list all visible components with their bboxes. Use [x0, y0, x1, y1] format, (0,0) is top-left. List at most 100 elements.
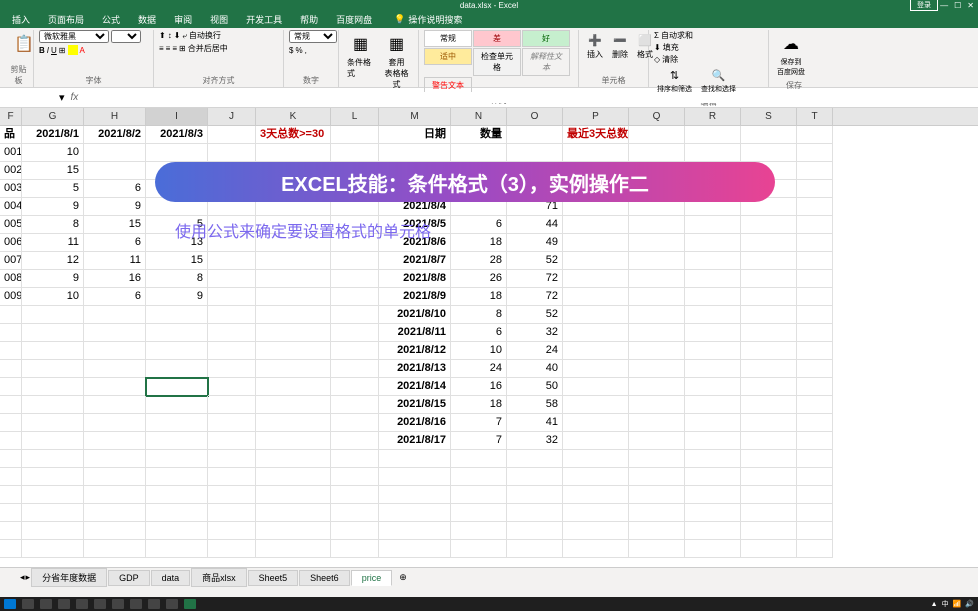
data-cell[interactable] [685, 324, 741, 342]
empty-cell[interactable] [797, 540, 833, 558]
data-cell[interactable] [741, 216, 797, 234]
col-header-S[interactable]: S [741, 108, 797, 125]
data-cell[interactable] [22, 342, 84, 360]
percent-icon[interactable]: % [295, 46, 302, 55]
data-cell[interactable]: 2021/8/8 [379, 270, 451, 288]
empty-cell[interactable] [685, 504, 741, 522]
tab-data[interactable]: 数据 [130, 11, 164, 28]
store-icon[interactable] [148, 599, 160, 609]
data-cell[interactable]: 15 [146, 252, 208, 270]
data-cell[interactable] [331, 288, 379, 306]
empty-cell[interactable] [563, 522, 629, 540]
data-cell[interactable] [797, 216, 833, 234]
empty-cell[interactable] [685, 486, 741, 504]
empty-cell[interactable] [331, 486, 379, 504]
header-cell[interactable] [507, 126, 563, 144]
empty-cell[interactable] [379, 522, 451, 540]
empty-cell[interactable] [84, 504, 146, 522]
empty-cell[interactable] [22, 504, 84, 522]
empty-cell[interactable] [0, 450, 22, 468]
data-cell[interactable] [331, 324, 379, 342]
data-cell[interactable] [629, 342, 685, 360]
data-cell[interactable] [797, 162, 833, 180]
data-cell[interactable] [256, 288, 331, 306]
empty-cell[interactable] [741, 486, 797, 504]
data-cell[interactable]: 2021/8/13 [379, 360, 451, 378]
data-cell[interactable]: 15 [84, 216, 146, 234]
header-cell[interactable]: 2021/8/3 [146, 126, 208, 144]
empty-cell[interactable] [629, 504, 685, 522]
data-cell[interactable]: 8 [22, 216, 84, 234]
data-cell[interactable] [797, 252, 833, 270]
empty-cell[interactable] [451, 540, 507, 558]
data-cell[interactable] [685, 378, 741, 396]
data-cell[interactable]: 9 [146, 288, 208, 306]
sheet-tab[interactable]: Sheet5 [248, 570, 299, 586]
data-cell[interactable]: 003 [0, 180, 22, 198]
data-cell[interactable] [0, 342, 22, 360]
data-cell[interactable]: 18 [451, 234, 507, 252]
data-cell[interactable]: 2021/8/17 [379, 432, 451, 450]
data-cell[interactable] [741, 270, 797, 288]
header-cell[interactable] [629, 126, 685, 144]
empty-cell[interactable] [797, 450, 833, 468]
empty-cell[interactable] [629, 468, 685, 486]
data-cell[interactable] [331, 342, 379, 360]
empty-cell[interactable] [563, 486, 629, 504]
login-button[interactable]: 登录 [910, 0, 938, 11]
data-cell[interactable] [629, 288, 685, 306]
data-cell[interactable] [256, 432, 331, 450]
data-cell[interactable] [563, 360, 629, 378]
baidu-icon[interactable] [166, 599, 178, 609]
header-cell[interactable]: 数量 [451, 126, 507, 144]
data-cell[interactable] [22, 324, 84, 342]
data-cell[interactable] [629, 306, 685, 324]
data-cell[interactable] [256, 414, 331, 432]
number-format-select[interactable]: 常规 [289, 30, 337, 43]
header-cell[interactable] [685, 126, 741, 144]
data-cell[interactable]: 2021/8/16 [379, 414, 451, 432]
data-cell[interactable] [685, 234, 741, 252]
empty-cell[interactable] [146, 450, 208, 468]
style-good[interactable]: 好 [522, 30, 570, 47]
app3-icon[interactable] [130, 599, 142, 609]
data-cell[interactable] [331, 396, 379, 414]
excel-icon[interactable] [184, 599, 196, 609]
data-cell[interactable] [685, 216, 741, 234]
data-cell[interactable] [256, 396, 331, 414]
data-cell[interactable] [741, 396, 797, 414]
data-cell[interactable] [563, 306, 629, 324]
data-cell[interactable] [146, 342, 208, 360]
data-cell[interactable]: 9 [22, 270, 84, 288]
data-cell[interactable] [256, 360, 331, 378]
data-cell[interactable] [741, 378, 797, 396]
cond-format-button[interactable]: ▦ 条件格式 [344, 30, 377, 81]
formula-input[interactable] [84, 92, 974, 103]
empty-cell[interactable] [563, 468, 629, 486]
data-cell[interactable] [563, 378, 629, 396]
edge-icon[interactable] [76, 599, 88, 609]
data-cell[interactable] [741, 144, 797, 162]
font-color-button[interactable]: A [80, 46, 85, 55]
underline-button[interactable]: U [51, 46, 57, 55]
col-header-P[interactable]: P [563, 108, 629, 125]
empty-cell[interactable] [563, 450, 629, 468]
data-cell[interactable] [629, 270, 685, 288]
data-cell[interactable] [208, 252, 256, 270]
data-cell[interactable]: 52 [507, 306, 563, 324]
align-center-icon[interactable]: ≡ [166, 44, 171, 53]
empty-cell[interactable] [22, 540, 84, 558]
data-cell[interactable] [685, 342, 741, 360]
size-select[interactable] [111, 30, 141, 43]
data-cell[interactable] [563, 216, 629, 234]
data-cell[interactable] [146, 396, 208, 414]
ime-icon[interactable]: 中 [942, 599, 949, 609]
data-cell[interactable] [797, 306, 833, 324]
data-cell[interactable] [685, 360, 741, 378]
empty-cell[interactable] [451, 450, 507, 468]
data-cell[interactable] [797, 414, 833, 432]
baidu-save-button[interactable]: ☁ 保存到 百度网盘 [774, 30, 808, 79]
empty-cell[interactable] [208, 468, 256, 486]
data-cell[interactable] [146, 144, 208, 162]
empty-cell[interactable] [256, 468, 331, 486]
